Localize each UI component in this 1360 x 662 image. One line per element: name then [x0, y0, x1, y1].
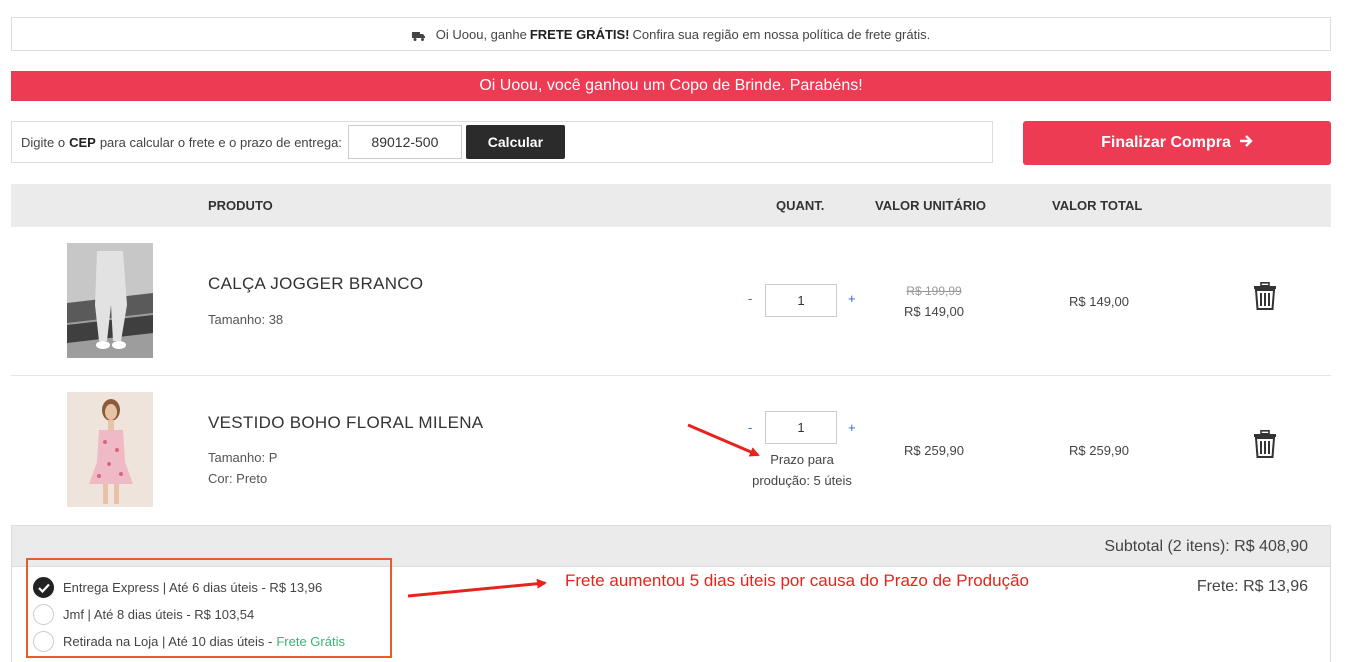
subtotal-text: Subtotal (2 itens): R$ 408,90	[1104, 538, 1308, 555]
header-quant: QUANT.	[776, 198, 825, 213]
shipping-option-retirada[interactable]: Retirada na Loja | Até 10 dias úteis - F…	[33, 631, 345, 652]
product-color: Cor: Preto	[208, 471, 268, 486]
product-image[interactable]	[67, 392, 153, 507]
shipping-option-label: Entrega Express | Até 6 dias úteis - R$ …	[63, 580, 323, 595]
free-shipping-label: Frete Grátis	[276, 634, 345, 649]
unit-price: R$ 149,00	[904, 304, 964, 319]
qty-input[interactable]	[765, 411, 837, 444]
truck-icon	[411, 29, 426, 41]
annotation-text: Frete aumentou 5 dias úteis por causa do…	[565, 571, 1030, 590]
production-time-line1: Prazo para	[770, 452, 834, 467]
trash-icon[interactable]	[1253, 282, 1277, 310]
header-valor-unitario: VALOR UNITÁRIO	[875, 198, 986, 213]
notice-bold: FRETE GRÁTIS!	[529, 26, 630, 42]
cep-input[interactable]	[347, 125, 462, 159]
production-time-line2: produção: 5 úteis	[752, 473, 852, 488]
qty-increase-button[interactable]: +	[848, 420, 856, 435]
free-shipping-notice: Oi Uoou, ganhe FRETE GRÁTIS! Confira sua…	[11, 17, 1331, 51]
qty-decrease-button[interactable]: -	[748, 291, 752, 306]
cart-item-row: CALÇA JOGGER BRANCO Tamanho: 38 - + R$ 1…	[11, 227, 1331, 376]
frete-total: Frete: R$ 13,96	[1196, 578, 1308, 595]
shipping-option-label: Retirada na Loja | Até 10 dias úteis -	[63, 634, 273, 649]
product-name[interactable]: VESTIDO BOHO FLORAL MILENA	[208, 413, 483, 433]
total-price: R$ 259,90	[1069, 443, 1129, 458]
shipping-options: Entrega Express | Até 6 dias úteis - R$ …	[11, 558, 1331, 662]
radio-checked-icon[interactable]	[33, 577, 54, 598]
cep-calculator: Digite o CEP para calcular o frete e o p…	[11, 121, 993, 163]
radio-icon[interactable]	[33, 631, 54, 652]
product-size: Tamanho: P	[208, 450, 278, 465]
old-price: R$ 199,99	[906, 284, 962, 298]
cep-label-prefix: Digite o	[21, 134, 66, 150]
radio-icon[interactable]	[33, 604, 54, 625]
header-produto: PRODUTO	[208, 198, 273, 213]
cart-table-header: PRODUTO QUANT. VALOR UNITÁRIO VALOR TOTA…	[11, 184, 1331, 227]
finalizar-compra-button[interactable]: Finalizar Compra	[1023, 121, 1331, 165]
product-name[interactable]: CALÇA JOGGER BRANCO	[208, 274, 423, 294]
arrow-right-icon	[1239, 134, 1253, 153]
gift-banner: Oi Uoou, você ganhou um Copo de Brinde. …	[11, 71, 1331, 101]
shipping-option-express[interactable]: Entrega Express | Até 6 dias úteis - R$ …	[33, 577, 322, 598]
qty-increase-button[interactable]: +	[848, 291, 856, 306]
cep-label-bold: CEP	[69, 134, 96, 150]
total-price: R$ 149,00	[1069, 294, 1129, 309]
gift-banner-text: Oi Uoou, você ganhou um Copo de Brinde. …	[479, 77, 863, 94]
cart-item-row: VESTIDO BOHO FLORAL MILENA Tamanho: P Co…	[11, 376, 1331, 524]
unit-price: R$ 259,90	[904, 443, 964, 458]
product-image[interactable]	[67, 243, 153, 358]
notice-suffix: Confira sua região em nossa política de …	[632, 26, 931, 42]
production-time: Prazo para produção: 5 úteis	[742, 449, 862, 491]
trash-icon[interactable]	[1253, 430, 1277, 458]
product-size: Tamanho: 38	[208, 312, 284, 327]
notice-prefix: Oi Uoou, ganhe	[435, 26, 527, 42]
qty-input[interactable]	[765, 284, 837, 317]
cep-label-suffix: para calcular o frete e o prazo de entre…	[99, 134, 342, 150]
finalizar-compra-label: Finalizar Compra	[1101, 134, 1231, 151]
shipping-option-jmf[interactable]: Jmf | Até 8 dias úteis - R$ 103,54	[33, 604, 254, 625]
shipping-option-label: Jmf | Até 8 dias úteis - R$ 103,54	[63, 607, 255, 622]
calcular-button[interactable]: Calcular	[465, 125, 565, 159]
qty-decrease-button[interactable]: -	[748, 420, 752, 435]
header-valor-total: VALOR TOTAL	[1052, 198, 1143, 213]
